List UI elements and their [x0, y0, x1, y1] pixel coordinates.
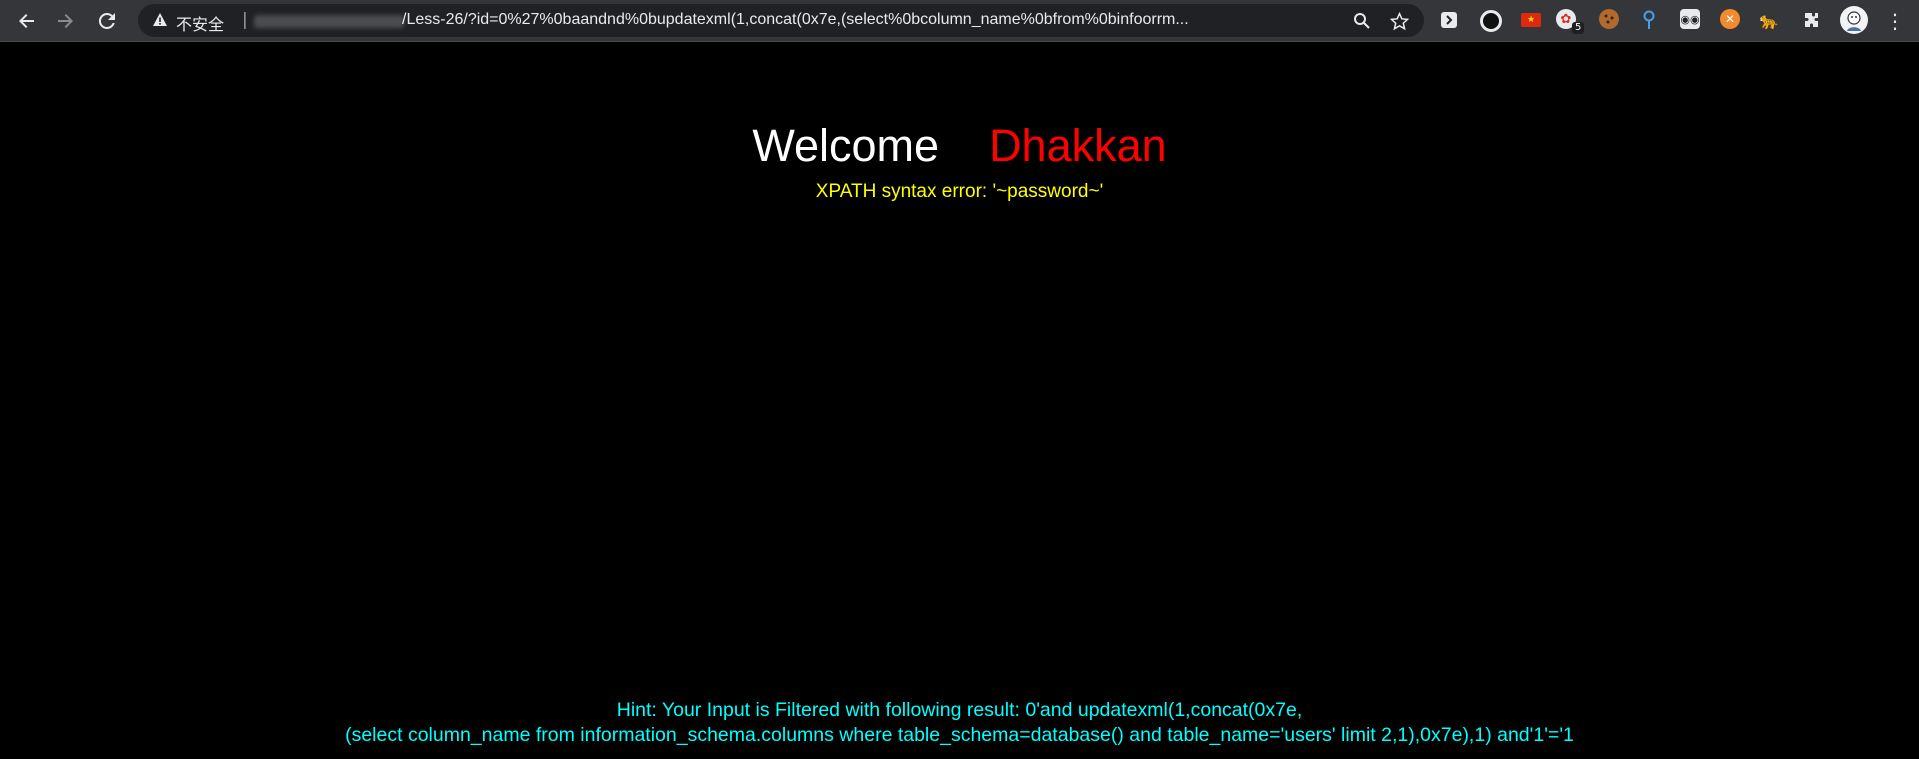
banner-image: SQLI DUMB SERIES-26 All Your Spaces and … [364, 275, 1556, 661]
banner-line-1: All Your Spaces [656, 431, 1247, 506]
hint-line-1: Hint: Your Input is Filtered with follow… [616, 699, 1303, 721]
banner-line-3: Comments belong to us. [514, 585, 1394, 660]
banner-line-2: and [883, 507, 1023, 582]
banner-title: SQLI DUMB SERIES-26 [365, 276, 1555, 372]
filter-hint: Hint: Your Input is Filtered with follow… [0, 698, 1919, 748]
hint-line-2: (select column_name from information_sch… [345, 724, 1574, 746]
